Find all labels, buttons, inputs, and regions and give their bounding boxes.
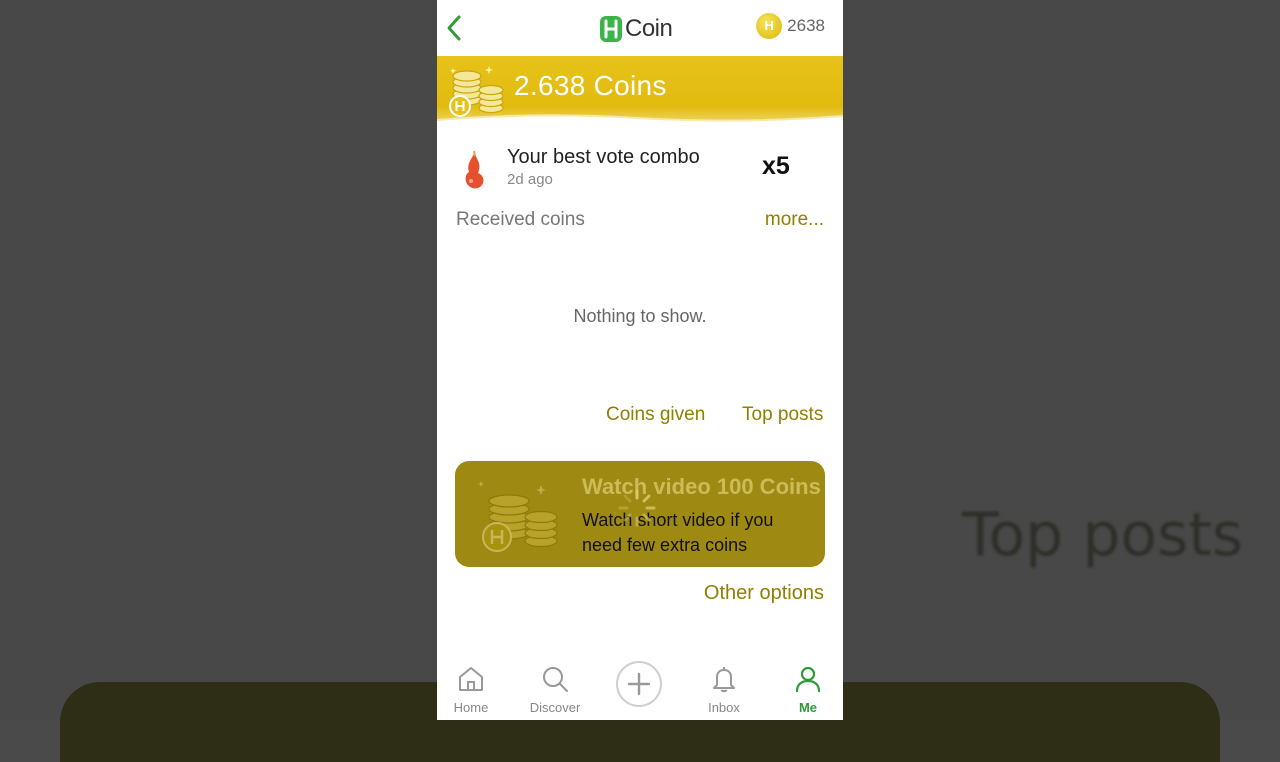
nav-discover-label: Discover <box>529 700 581 715</box>
fire-bomb-icon <box>465 150 484 189</box>
nav-inbox-label: Inbox <box>708 700 740 715</box>
chevron-left-icon <box>447 15 461 41</box>
banner-coins-total: 2.638 Coins <box>514 70 667 101</box>
bell-icon <box>713 667 735 693</box>
loading-spinner-icon <box>618 489 656 527</box>
bottom-navigation: Home Discover Inbox Me <box>437 650 843 720</box>
coins-given-link[interactable]: Coins given <box>606 404 705 426</box>
coin-balance[interactable]: H 2638 <box>756 13 825 39</box>
plus-icon <box>627 672 651 696</box>
watch-video-card[interactable]: Watch video 100 Coins Watch short video … <box>455 461 825 567</box>
nav-home[interactable]: Home <box>441 664 501 715</box>
nav-me[interactable]: Me <box>778 664 838 715</box>
back-button[interactable] <box>441 10 469 46</box>
phone-screen: Coin H 2638 2.638 Coins Your best vote c… <box>437 0 843 720</box>
nav-me-label: Me <box>798 700 818 715</box>
user-icon <box>795 666 821 693</box>
logo-icon <box>600 16 622 42</box>
home-icon <box>459 667 483 691</box>
combo-title: Your best vote combo <box>507 146 700 168</box>
background-left <box>0 0 437 720</box>
nav-discover[interactable]: Discover <box>525 664 585 715</box>
top-posts-link[interactable]: Top posts <box>742 404 823 426</box>
nav-home-label: Home <box>453 700 489 715</box>
combo-multiplier: x5 <box>762 152 790 180</box>
banner-wave <box>437 114 843 128</box>
more-link[interactable]: more... <box>765 209 824 231</box>
app-logo: Coin <box>600 14 673 44</box>
empty-state-message: Nothing to show. <box>573 306 707 326</box>
other-options-link[interactable]: Other options <box>704 582 824 605</box>
top-bar: Coin H 2638 <box>437 0 843 56</box>
coins-banner: 2.638 Coins <box>437 56 843 128</box>
received-coins-label: Received coins <box>456 209 585 230</box>
coin-icon: H <box>756 13 783 39</box>
coin-stack-icon <box>477 481 558 552</box>
best-combo-row: Your best vote combo 2d ago x5 <box>437 140 843 196</box>
balance-value: 2638 <box>787 16 825 35</box>
background-blurred-text: Top posts <box>962 500 1244 570</box>
logo-text: Coin <box>625 15 673 42</box>
combo-timestamp: 2d ago <box>507 171 553 188</box>
background-right <box>843 0 1280 720</box>
nav-create-button[interactable] <box>616 661 662 707</box>
search-icon <box>543 667 568 692</box>
nav-inbox[interactable]: Inbox <box>694 664 754 715</box>
